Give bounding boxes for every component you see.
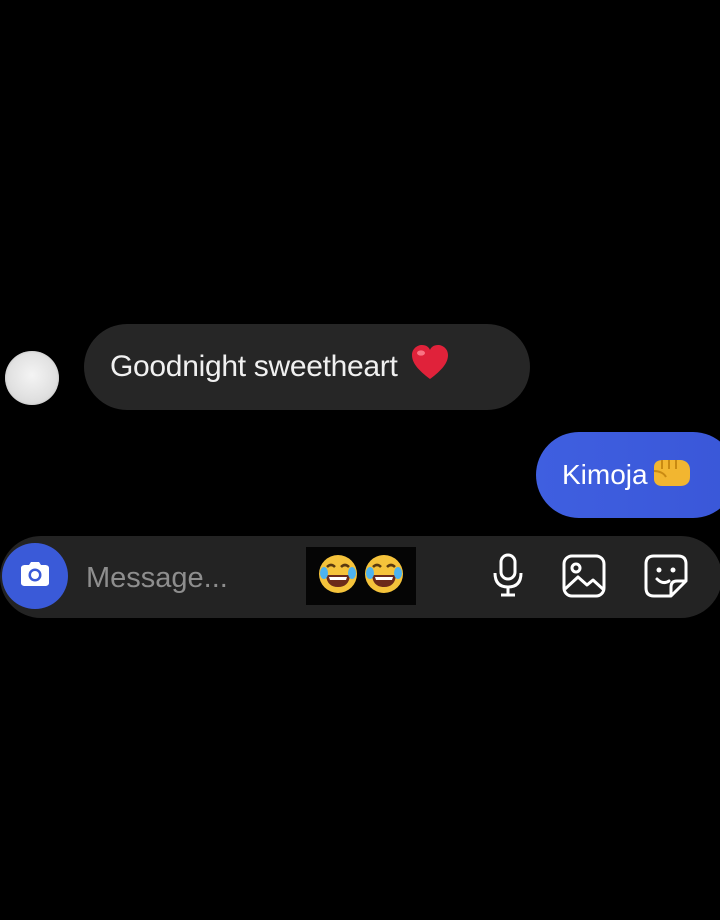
camera-icon [18, 559, 52, 594]
avatar[interactable] [5, 351, 59, 405]
gallery-button[interactable] [560, 554, 608, 602]
laughing-icon [317, 553, 359, 600]
microphone-icon [492, 553, 524, 604]
incoming-message-text: Goodnight sweetheart [110, 350, 398, 383]
heart-icon [410, 344, 450, 390]
sticker-button[interactable] [642, 554, 690, 602]
camera-button[interactable] [2, 543, 68, 609]
outgoing-message-bubble[interactable]: Kimoja [536, 432, 720, 518]
fist-icon [650, 455, 692, 496]
laughing-icon [363, 553, 405, 600]
sticker-icon [643, 553, 689, 604]
message-input[interactable] [86, 556, 296, 600]
gallery-icon [561, 553, 607, 604]
incoming-message-bubble[interactable]: Goodnight sweetheart [84, 324, 530, 410]
reaction-emojis [306, 547, 416, 605]
microphone-button[interactable] [484, 553, 532, 604]
outgoing-message-text: Kimoja [562, 459, 648, 490]
